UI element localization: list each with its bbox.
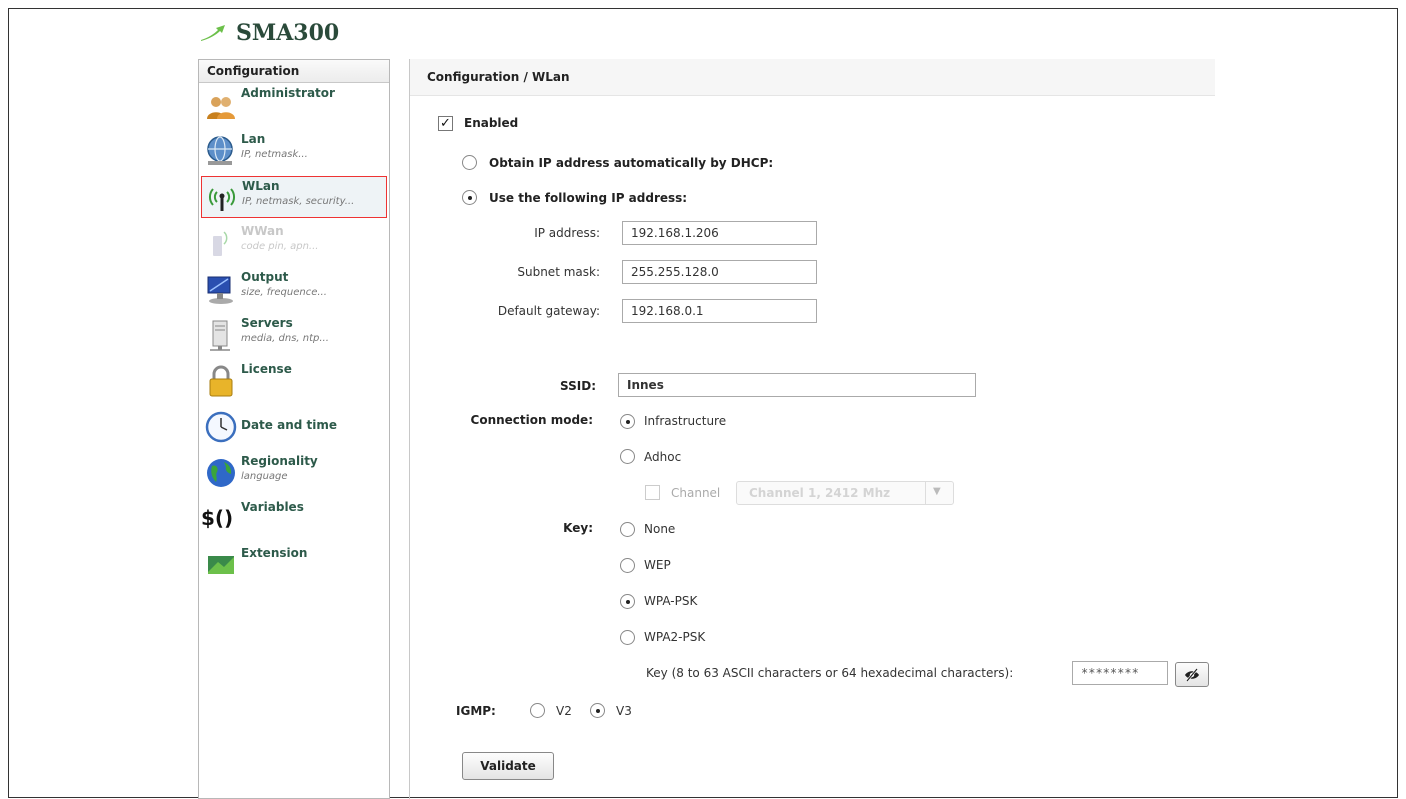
- sidebar-item-label: WWan: [241, 224, 284, 238]
- padlock-icon: [209, 365, 233, 397]
- igmp-v2-label: V2: [556, 704, 572, 718]
- channel-select[interactable]: Channel 1, 2412 Mhz ▼: [736, 481, 954, 505]
- server-icon: [210, 320, 230, 351]
- variables-icon: $(): [201, 506, 234, 530]
- key-wpa-psk-label: WPA-PSK: [644, 594, 698, 608]
- clock-icon: [205, 411, 237, 443]
- sidebar-item-variables[interactable]: $() Variables: [201, 498, 387, 540]
- sidebar-item-administrator[interactable]: Administrator: [201, 84, 387, 126]
- key-wep-radio[interactable]: [620, 558, 635, 573]
- channel-select-value: Channel 1, 2412 Mhz: [749, 486, 891, 500]
- ip-address-label: IP address:: [534, 226, 600, 240]
- adhoc-radio[interactable]: [620, 449, 635, 464]
- igmp-v2-radio[interactable]: [530, 703, 545, 718]
- static-ip-label: Use the following IP address:: [489, 191, 688, 205]
- sidebar-item-label: Variables: [241, 500, 304, 514]
- key-wep-label: WEP: [644, 558, 671, 572]
- sidebar-item-servers[interactable]: Servers media, dns, ntp...: [201, 314, 387, 356]
- sidebar-item-wlan[interactable]: WLan IP, netmask, security...: [201, 176, 387, 218]
- sidebar-item-subtitle: IP, netmask, security...: [242, 196, 355, 207]
- sidebar-item-output[interactable]: Output size, frequence...: [201, 268, 387, 310]
- sidebar-item-regionality[interactable]: Regionality language: [201, 452, 387, 494]
- ip-address-input[interactable]: 192.168.1.206: [622, 221, 817, 245]
- sidebar-item-label: Servers: [241, 316, 293, 330]
- adhoc-label: Adhoc: [644, 450, 682, 464]
- sidebar-item-subtitle: IP, netmask...: [241, 149, 308, 160]
- default-gateway-input[interactable]: 192.168.0.1: [622, 299, 817, 323]
- eye-slash-icon: [1185, 668, 1199, 682]
- sidebar-item-extension[interactable]: Extension: [201, 544, 387, 586]
- sidebar-item-label: Date and time: [241, 418, 338, 432]
- infrastructure-radio[interactable]: [620, 414, 635, 429]
- channel-label: Channel: [671, 486, 721, 500]
- key-none-label: None: [644, 522, 676, 536]
- key-hint-label: Key (8 to 63 ASCII characters or 64 hexa…: [646, 666, 1014, 680]
- globe-icon: [207, 459, 235, 487]
- infrastructure-label: Infrastructure: [644, 414, 727, 428]
- sidebar-item-wwan[interactable]: WWan code pin, apn...: [201, 222, 387, 264]
- users-icon: [207, 97, 235, 119]
- extension-icon: [208, 556, 234, 574]
- sidebar-item-label: Administrator: [241, 86, 335, 100]
- sidebar: Configuration Administrator Lan IP, netm…: [198, 59, 390, 799]
- key-wpa-psk-radio[interactable]: [620, 594, 635, 609]
- sidebar-item-label: Regionality: [241, 454, 318, 468]
- logo-icon: [201, 25, 225, 41]
- sidebar-item-license[interactable]: License: [201, 360, 387, 402]
- network-globe-icon: [207, 136, 233, 165]
- key-wpa2-psk-radio[interactable]: [620, 630, 635, 645]
- igmp-label: IGMP:: [456, 704, 496, 718]
- monitor-icon: [207, 276, 233, 304]
- enabled-label: Enabled: [464, 116, 519, 130]
- igmp-v3-radio[interactable]: [590, 703, 605, 718]
- key-password-input[interactable]: ********: [1072, 661, 1168, 685]
- key-wpa2-psk-label: WPA2-PSK: [644, 630, 706, 644]
- chevron-down-icon: ▼: [933, 486, 941, 497]
- default-gateway-label: Default gateway:: [497, 304, 600, 318]
- sidebar-item-label: Lan: [241, 132, 266, 146]
- sidebar-item-label: Output: [241, 270, 289, 284]
- app-title: SMA300: [236, 20, 340, 46]
- igmp-v3-label: V3: [616, 704, 632, 718]
- subnet-mask-input[interactable]: 255.255.128.0: [622, 260, 817, 284]
- connection-mode-label: Connection mode:: [470, 413, 593, 427]
- wireless-antenna-icon: [209, 188, 235, 211]
- sidebar-item-label: WLan: [242, 179, 280, 193]
- dhcp-label: Obtain IP address automatically by DHCP:: [489, 156, 774, 170]
- dhcp-radio[interactable]: [462, 155, 477, 170]
- sidebar-item-date-and-time[interactable]: Date and time: [201, 406, 387, 448]
- sidebar-item-subtitle: language: [241, 471, 288, 482]
- app-logo: SMA300: [200, 18, 339, 48]
- ssid-label: SSID:: [560, 379, 596, 393]
- mobile-modem-icon: [213, 231, 228, 256]
- sidebar-item-subtitle: size, frequence...: [241, 287, 327, 298]
- sidebar-item-lan[interactable]: Lan IP, netmask...: [201, 130, 387, 172]
- show-password-button[interactable]: [1175, 662, 1209, 687]
- sidebar-header: Configuration: [199, 60, 389, 83]
- enabled-checkbox[interactable]: ✓: [438, 116, 453, 131]
- sidebar-item-label: Extension: [241, 546, 308, 560]
- main-panel: Configuration / WLan ✓ Enabled Obtain IP…: [409, 59, 1215, 799]
- channel-checkbox[interactable]: [645, 485, 660, 500]
- subnet-mask-label: Subnet mask:: [517, 265, 600, 279]
- key-label: Key:: [563, 521, 593, 535]
- select-divider: [925, 482, 926, 504]
- sidebar-item-subtitle: code pin, apn...: [241, 241, 319, 252]
- ssid-input[interactable]: Innes: [618, 373, 976, 397]
- sidebar-item-label: License: [241, 362, 292, 376]
- static-ip-radio[interactable]: [462, 190, 477, 205]
- breadcrumb: Configuration / WLan: [410, 59, 1215, 96]
- validate-button[interactable]: Validate: [462, 752, 554, 780]
- key-none-radio[interactable]: [620, 522, 635, 537]
- sidebar-item-subtitle: media, dns, ntp...: [241, 333, 329, 344]
